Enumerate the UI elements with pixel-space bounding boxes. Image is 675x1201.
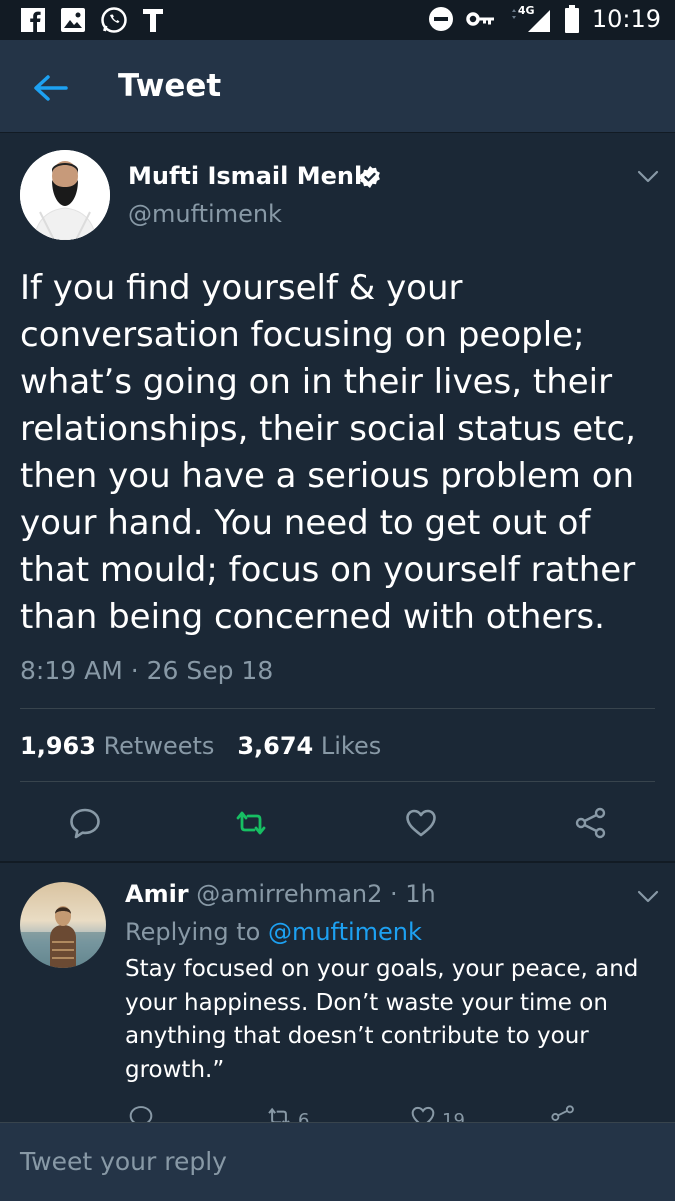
divider xyxy=(20,708,655,709)
reply-share-action[interactable] xyxy=(550,1104,576,1122)
likes-count: 3,674 xyxy=(237,732,314,760)
author-name[interactable]: Mufti Ismail Menk xyxy=(128,162,370,190)
status-bar-right: 4G 10:19 xyxy=(428,4,661,34)
vpn-key-icon xyxy=(466,12,494,26)
back-arrow-icon[interactable] xyxy=(30,68,70,108)
reply-action-bar: 6 19 xyxy=(0,1104,675,1122)
t-icon xyxy=(143,9,163,32)
section-divider xyxy=(0,861,675,863)
reply-options-chevron-icon[interactable] xyxy=(637,890,659,904)
tweet-text: If you find yourself & your conversation… xyxy=(20,268,636,637)
whatsapp-icon xyxy=(101,7,127,33)
like-heart-icon[interactable] xyxy=(404,806,438,840)
reply-author-avatar[interactable] xyxy=(20,882,106,968)
reply-composer[interactable]: Tweet your reply xyxy=(0,1122,675,1201)
verified-badge-icon xyxy=(360,166,380,188)
reply-share-icon xyxy=(551,1105,574,1121)
reply-reply-icon xyxy=(129,1106,153,1122)
gallery-icon xyxy=(61,8,85,32)
replying-to-label: Replying to xyxy=(125,918,261,946)
replying-to-handle-link[interactable]: @muftimenk xyxy=(268,918,422,946)
status-bar-time: 10:19 xyxy=(591,5,661,33)
reply-reply-action[interactable] xyxy=(128,1104,154,1122)
reply-retweet-count: 6 xyxy=(298,1110,310,1122)
battery-icon xyxy=(564,5,579,33)
share-icon[interactable] xyxy=(574,806,608,840)
status-bar: 4G 10:19 xyxy=(0,0,675,40)
reply-input-placeholder[interactable]: Tweet your reply xyxy=(20,1147,227,1176)
reply-icon[interactable] xyxy=(68,806,102,840)
author-handle[interactable]: @muftimenk xyxy=(128,200,282,228)
app-bar: Tweet xyxy=(0,40,675,133)
author-avatar[interactable] xyxy=(20,150,110,240)
reply-text: Stay focused on your goals, your peace, … xyxy=(125,956,639,1083)
reply-retweet-icon xyxy=(268,1107,290,1122)
reply-like-action[interactable]: 19 xyxy=(410,1104,465,1122)
replying-to-line: Replying to @muftimenk xyxy=(125,918,422,946)
retweet-icon[interactable] xyxy=(234,806,268,840)
reply-author-avatar-image xyxy=(20,906,106,968)
tweet-options-chevron-icon[interactable] xyxy=(637,170,659,184)
reply-handle-time[interactable]: @amirrehman2 · 1h xyxy=(196,880,435,908)
status-bar-left xyxy=(20,6,164,34)
reply-author-name[interactable]: Amir xyxy=(125,880,189,908)
tweet-timestamp: 8:19 AM · 26 Sep 18 xyxy=(20,656,274,685)
signal-indicator: 4G xyxy=(508,4,552,34)
divider xyxy=(20,781,655,782)
reply-header: Amir @amirrehman2 · 1h xyxy=(125,880,436,908)
author-avatar-image xyxy=(20,150,110,240)
reply-like-count: 19 xyxy=(442,1110,465,1122)
facebook-icon xyxy=(21,8,45,32)
page-title: Tweet xyxy=(118,68,222,104)
signal-icon xyxy=(511,9,550,32)
tweet-stats: 1,963 Retweets 3,674 Likes xyxy=(20,732,381,760)
reply-like-icon xyxy=(411,1106,435,1122)
retweets-stat[interactable]: 1,963 Retweets xyxy=(20,732,222,760)
likes-label: Likes xyxy=(320,732,382,760)
retweets-label: Retweets xyxy=(103,732,215,760)
do-not-disturb-icon xyxy=(428,7,453,31)
likes-stat[interactable]: 3,674 Likes xyxy=(237,732,381,760)
reply-retweet-action[interactable]: 6 xyxy=(266,1104,309,1122)
retweets-count: 1,963 xyxy=(20,732,96,760)
